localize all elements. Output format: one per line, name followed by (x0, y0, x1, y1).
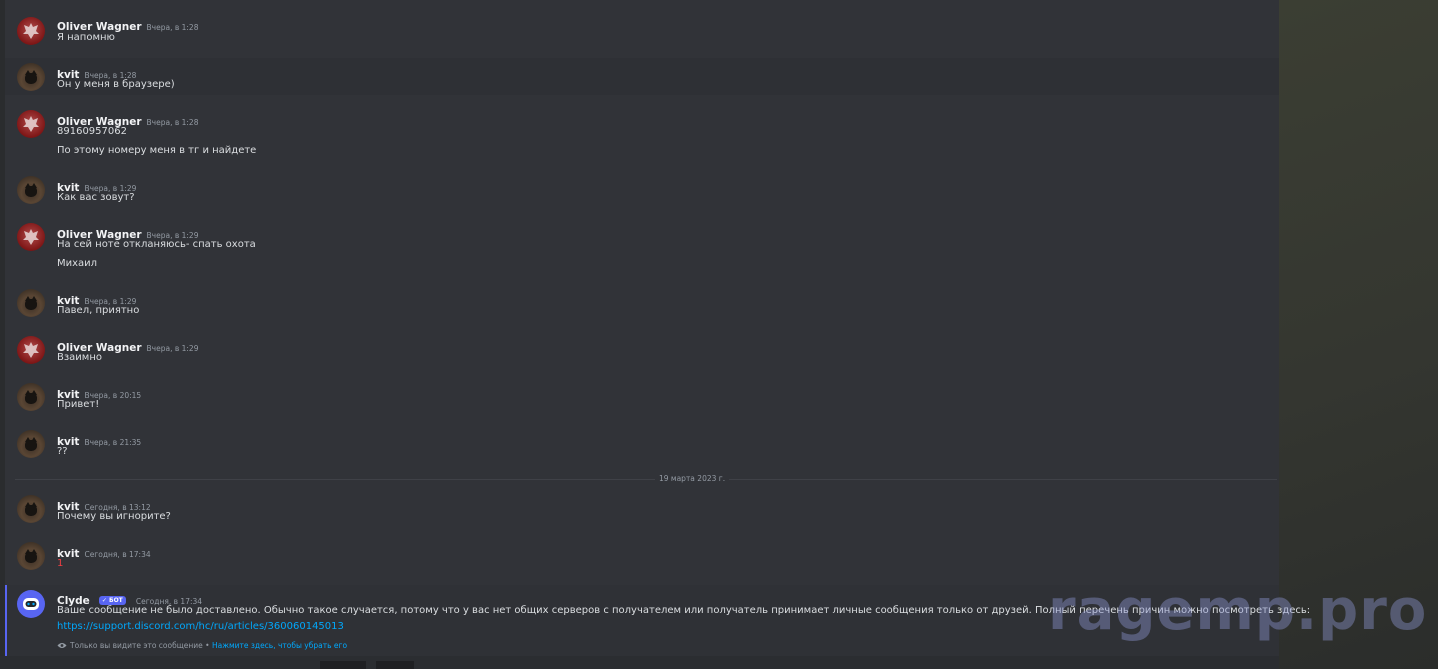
message-text: Взаимно (57, 352, 103, 363)
message-item[interactable]: Oliver Wagner Вчера, в 1:28 89160957062 П… (5, 105, 1279, 163)
message-item[interactable]: kvit Сегодня, в 13:12 Почему вы игнорите? (5, 490, 1279, 530)
cat-icon (25, 440, 37, 451)
message-text: Я напомню (57, 32, 115, 43)
message-timestamp: Вчера, в 1:28 (146, 118, 199, 127)
cat-icon (25, 393, 37, 404)
avatar[interactable] (17, 176, 45, 204)
message-item[interactable]: kvit Вчера, в 1:29 Павел, приятно (5, 284, 1279, 324)
thumbnail (376, 661, 414, 669)
eagle-emblem-icon (23, 23, 39, 39)
avatar[interactable] (17, 17, 45, 45)
failed-message-text: 1 (57, 558, 64, 569)
message-item[interactable]: kvit Сегодня, в 17:34 1 (5, 537, 1279, 577)
message-text: ?? (57, 446, 68, 457)
cat-icon (25, 73, 37, 84)
ephemeral-accent-bar (5, 585, 7, 656)
avatar[interactable] (17, 336, 45, 364)
message-timestamp: Вчера, в 1:28 (146, 23, 199, 32)
avatar[interactable] (17, 289, 45, 317)
cat-icon (25, 505, 37, 516)
message-item[interactable]: Oliver Wagner Вчера, в 1:28 Я напомню (5, 10, 1279, 56)
eagle-emblem-icon (23, 229, 39, 245)
separator: • (202, 641, 212, 650)
ephemeral-note: Только вы видите это сообщение • Нажмите… (57, 641, 347, 650)
message-text: Привет! (57, 399, 100, 410)
bot-badge: ✓ БОТ (98, 596, 126, 605)
avatar[interactable] (17, 495, 45, 523)
message-timestamp: Вчера, в 1:29 (146, 344, 199, 353)
message-text: Почему вы игнорите? (57, 511, 171, 522)
avatar[interactable] (17, 383, 45, 411)
cat-icon (25, 552, 37, 563)
message-text: Михаил (57, 258, 98, 269)
message-text: На сей ноте откланяюсь- спать охота (57, 239, 256, 250)
desktop-background (1279, 0, 1438, 669)
message-item[interactable]: kvit Вчера, в 20:15 Привет! (5, 378, 1279, 418)
watermark: ragemp.pro (1048, 578, 1428, 643)
message-text: Как вас зовут? (57, 192, 135, 203)
eagle-emblem-icon (23, 116, 39, 132)
ephemeral-note-text: Только вы видите это сообщение (70, 641, 203, 650)
support-link[interactable]: https://support.discord.com/hc/ru/articl… (57, 621, 344, 632)
message-timestamp: Сегодня, в 17:34 (84, 550, 151, 559)
avatar[interactable] (17, 590, 45, 618)
message-text: По этому номеру меня в тг и найдете (57, 145, 257, 156)
message-text: Он у меня в браузере) (57, 79, 175, 90)
date-divider-label: 19 марта 2023 г. (655, 474, 730, 483)
message-item[interactable]: kvit Вчера, в 1:28 Он у меня в браузере) (5, 58, 1279, 95)
message-item[interactable]: Oliver Wagner Вчера, в 1:29 Взаимно (5, 331, 1279, 371)
thumbnail (320, 661, 366, 669)
avatar[interactable] (17, 542, 45, 570)
message-text: 89160957062 (57, 126, 127, 137)
eagle-emblem-icon (23, 342, 39, 358)
message-item[interactable]: kvit Вчера, в 1:29 Как вас зовут? (5, 171, 1279, 211)
message-timestamp: Вчера, в 21:35 (84, 438, 142, 447)
avatar[interactable] (17, 223, 45, 251)
dismiss-message-link[interactable]: Нажмите здесь, чтобы убрать его (212, 641, 347, 650)
cat-icon (25, 299, 37, 310)
cat-icon (25, 186, 37, 197)
avatar[interactable] (17, 63, 45, 91)
avatar[interactable] (17, 430, 45, 458)
message-item[interactable]: kvit Вчера, в 21:35 ?? (5, 425, 1279, 465)
date-divider (15, 479, 1277, 480)
eye-icon (57, 643, 67, 648)
clyde-robot-icon (23, 598, 39, 610)
avatar[interactable] (17, 110, 45, 138)
message-item[interactable]: Oliver Wagner Вчера, в 1:29 На сей ноте о… (5, 218, 1279, 276)
bottom-bar (0, 656, 1279, 669)
message-text: Павел, приятно (57, 305, 140, 316)
